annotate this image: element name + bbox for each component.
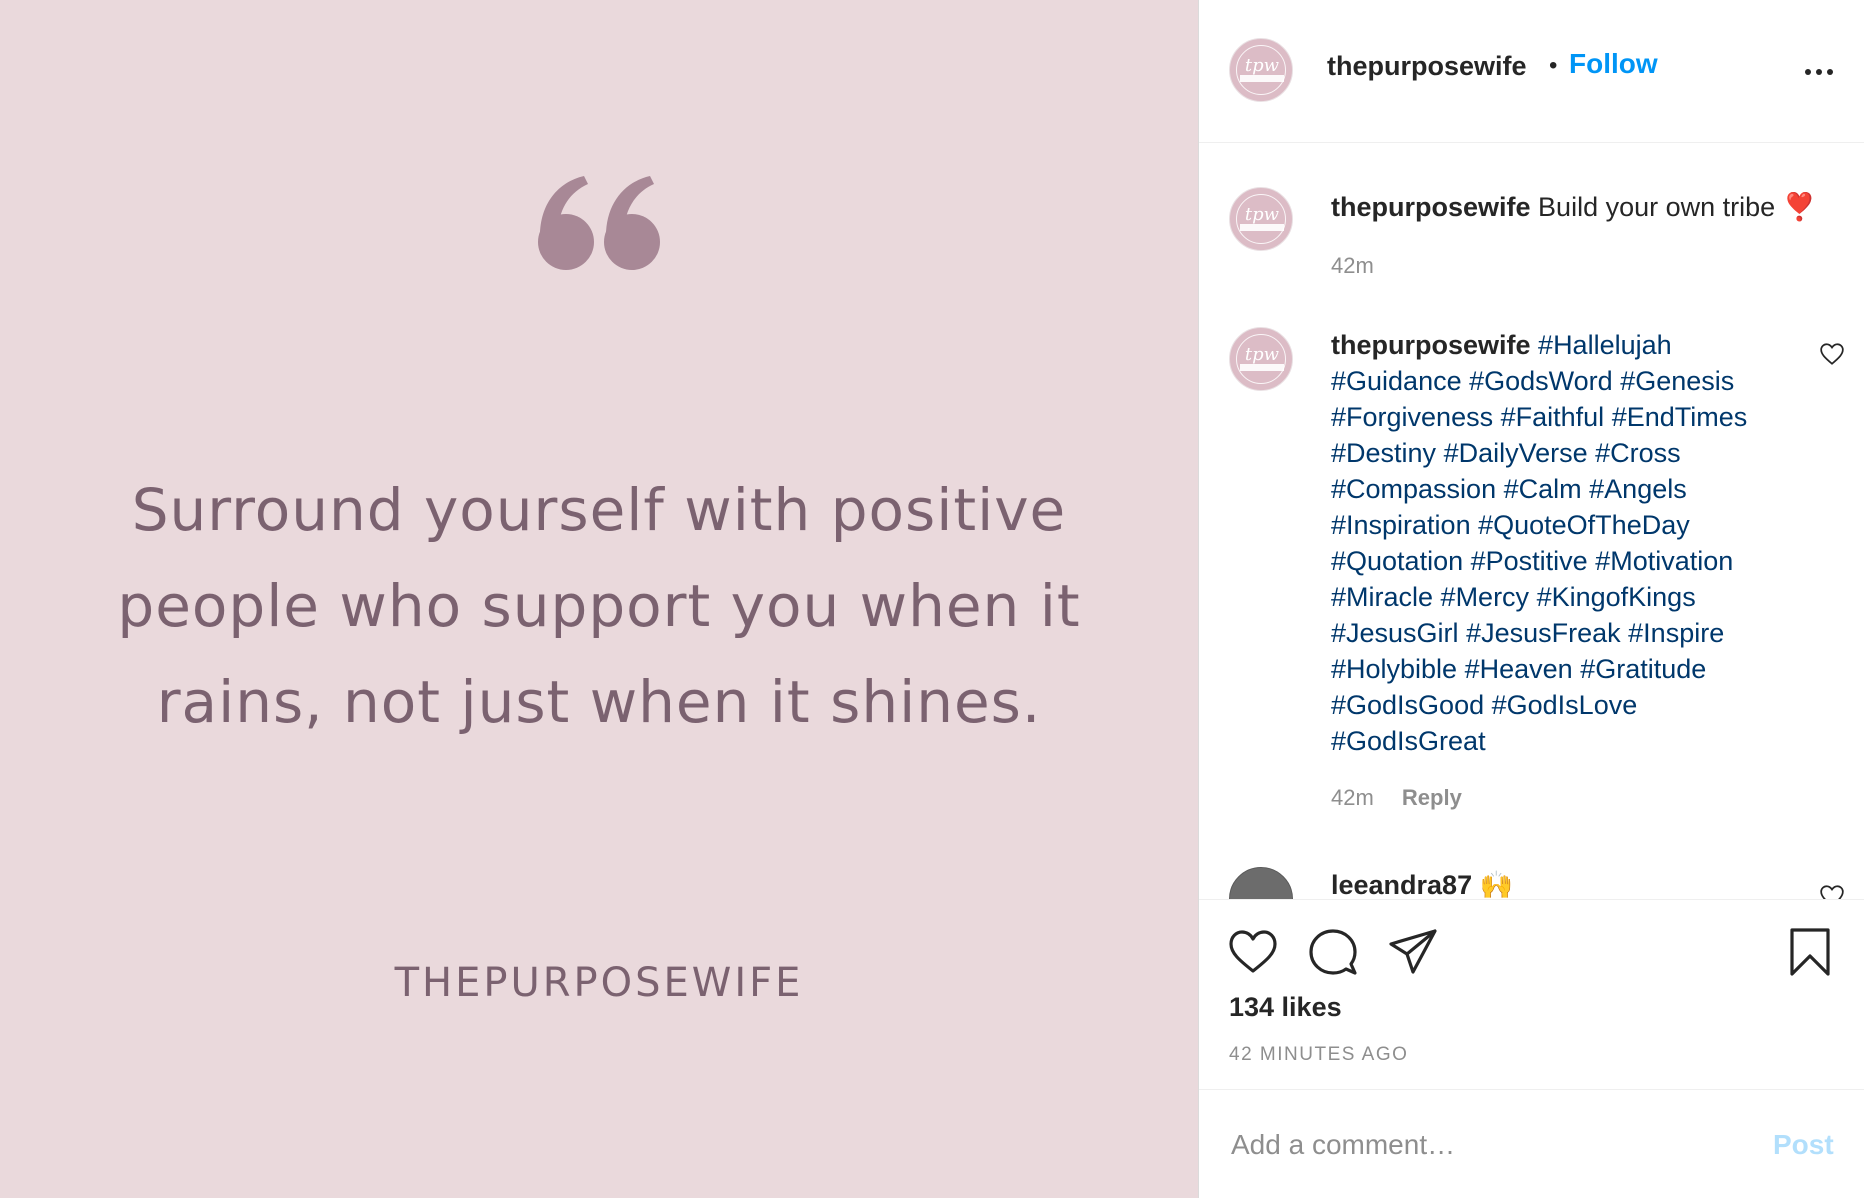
hashtag-link[interactable]: #Cross — [1595, 438, 1681, 468]
hashtag-line: #Inspiration #QuoteOfTheDay — [1331, 507, 1821, 543]
hashtag-link[interactable]: #Gratitude — [1580, 654, 1706, 684]
comment-timestamp[interactable]: 42m — [1331, 785, 1374, 810]
follow-button[interactable]: Follow — [1569, 48, 1658, 80]
avatar[interactable]: tpw — [1229, 327, 1293, 391]
hashtag-link[interactable]: #Hallelujah — [1538, 330, 1672, 360]
header-username[interactable]: thepurposewife — [1327, 51, 1527, 82]
instagram-post-modal: Surround yourself with positive people w… — [0, 0, 1864, 1198]
hashtag-link[interactable]: #GodIsGreat — [1331, 726, 1486, 756]
hashtag-link[interactable]: #Postitive — [1471, 546, 1588, 576]
hashtag-link[interactable]: #Genesis — [1620, 366, 1734, 396]
hashtag-line: #JesusGirl #JesusFreak #Inspire — [1331, 615, 1821, 651]
avatar-monogram: tpw — [1244, 204, 1280, 225]
avatar-bar — [1240, 364, 1284, 371]
add-comment-bar: Post — [1199, 1089, 1864, 1198]
hashtag-link[interactable]: #Inspiration — [1331, 510, 1471, 540]
hashtag-link[interactable]: #GodIsGood — [1331, 690, 1484, 720]
hashtag-link[interactable]: #Guidance — [1331, 366, 1462, 396]
comment-username[interactable]: leeandra87 — [1331, 870, 1472, 899]
hashtag-link[interactable]: #Faithful — [1501, 402, 1605, 432]
reply-button[interactable]: Reply — [1402, 785, 1462, 810]
hashtag-link[interactable]: #JesusGirl — [1331, 618, 1459, 648]
hashtag-link[interactable]: #GodsWord — [1469, 366, 1613, 396]
avatar-bar — [1240, 75, 1284, 82]
hashtag-link[interactable]: #Forgiveness — [1331, 402, 1493, 432]
comment-icon[interactable] — [1307, 926, 1359, 978]
post-side-panel: tpw thepurposewife • Follow tpw thepurpo… — [1198, 0, 1864, 1198]
avatar-monogram: tpw — [1244, 344, 1280, 365]
comment-body: leeandra87 🙌 — [1331, 867, 1821, 899]
post-time-ago[interactable]: 42 MINUTES AGO — [1229, 1044, 1408, 1066]
bookmark-icon[interactable] — [1784, 926, 1836, 978]
hashtag-comment-meta: 42m Reply — [1331, 785, 1462, 811]
separator-dot: • — [1549, 52, 1558, 79]
hashtag-comment-body: thepurposewife #Hallelujah #Guidance #Go… — [1331, 327, 1821, 759]
hashtag-link[interactable]: #Angels — [1589, 474, 1687, 504]
post-actions: 134 likes 42 MINUTES AGO — [1199, 899, 1864, 1090]
caption-time: 42m — [1331, 253, 1374, 279]
hashtag-link[interactable]: #Inspire — [1628, 618, 1724, 648]
quote-line: Surround yourself with positive — [131, 476, 1067, 544]
hashtag-line: #Guidance #GodsWord #Genesis — [1331, 363, 1821, 399]
quote-mark-icon — [538, 176, 660, 270]
hashtag-line: #Miracle #Mercy #KingofKings — [1331, 579, 1821, 615]
hashtag-link[interactable]: #JesusFreak — [1466, 618, 1621, 648]
hashtag-link[interactable]: #Quotation — [1331, 546, 1463, 576]
hashtag-link[interactable]: #KingofKings — [1537, 582, 1696, 612]
hashtag-link[interactable]: #Mercy — [1441, 582, 1530, 612]
hashtag-link[interactable]: #Heaven — [1465, 654, 1573, 684]
hashtag-link[interactable]: #Holybible — [1331, 654, 1457, 684]
post-header: tpw thepurposewife • Follow — [1199, 0, 1864, 143]
hashtag-line: #GodIsGreat — [1331, 723, 1821, 759]
hashtag-link[interactable]: #DailyVerse — [1444, 438, 1588, 468]
avatar-monogram: tpw — [1244, 55, 1280, 76]
hashtag-line: thepurposewife #Hallelujah — [1331, 327, 1821, 363]
hashtag-link[interactable]: #Miracle — [1331, 582, 1433, 612]
likes-count[interactable]: 134 likes — [1229, 992, 1342, 1023]
comment-input[interactable] — [1229, 1119, 1733, 1171]
heart-icon[interactable] — [1227, 926, 1279, 978]
brand-watermark: THEPURPOSEWIFE — [394, 960, 804, 1006]
comments-list[interactable]: tpw thepurposewife Build your own tribe … — [1199, 143, 1864, 899]
hashtag-link[interactable]: #QuoteOfTheDay — [1478, 510, 1690, 540]
comment-emoji: 🙌 — [1479, 870, 1514, 899]
avatar[interactable]: tpw — [1229, 38, 1293, 102]
hashtag-link[interactable]: #EndTimes — [1612, 402, 1748, 432]
caption-text: Build your own tribe — [1538, 192, 1776, 222]
hashtag-line: #Destiny #DailyVerse #Cross — [1331, 435, 1821, 471]
caption-timestamp[interactable]: 42m — [1331, 253, 1374, 278]
hashtag-line: #Compassion #Calm #Angels — [1331, 471, 1821, 507]
caption-body: thepurposewife Build your own tribe ❣️ — [1331, 189, 1851, 225]
hashtag-link[interactable]: #Calm — [1504, 474, 1582, 504]
quote-line: people who support you when it — [117, 572, 1081, 640]
hashtag-line: #Forgiveness #Faithful #EndTimes — [1331, 399, 1821, 435]
avatar-bar — [1240, 224, 1284, 231]
hashtag-link[interactable]: #Destiny — [1331, 438, 1436, 468]
quote-line: rains, not just when it shines. — [156, 668, 1042, 736]
share-icon[interactable] — [1387, 926, 1439, 978]
avatar[interactable] — [1229, 867, 1293, 899]
hashtag-link[interactable]: #GodIsLove — [1492, 690, 1638, 720]
hashtag-line: #Holybible #Heaven #Gratitude — [1331, 651, 1821, 687]
caption-emoji: ❣️ — [1782, 192, 1817, 222]
hashtag-line: #Quotation #Postitive #Motivation — [1331, 543, 1821, 579]
comment-like-heart-icon[interactable] — [1819, 341, 1845, 367]
avatar[interactable]: tpw — [1229, 187, 1293, 251]
more-horizontal-icon[interactable] — [1803, 56, 1835, 88]
hashtag-line: #GodIsGood #GodIsLove — [1331, 687, 1821, 723]
post-comment-button[interactable]: Post — [1773, 1129, 1834, 1161]
quote-text: Surround yourself with positive people w… — [60, 462, 1138, 750]
caption-username[interactable]: thepurposewife — [1331, 192, 1531, 222]
comment-username[interactable]: thepurposewife — [1331, 330, 1531, 360]
hashtag-link[interactable]: #Compassion — [1331, 474, 1496, 504]
comment-like-heart-icon[interactable] — [1819, 883, 1845, 899]
post-image[interactable]: Surround yourself with positive people w… — [0, 0, 1198, 1198]
hashtag-link[interactable]: #Motivation — [1595, 546, 1733, 576]
